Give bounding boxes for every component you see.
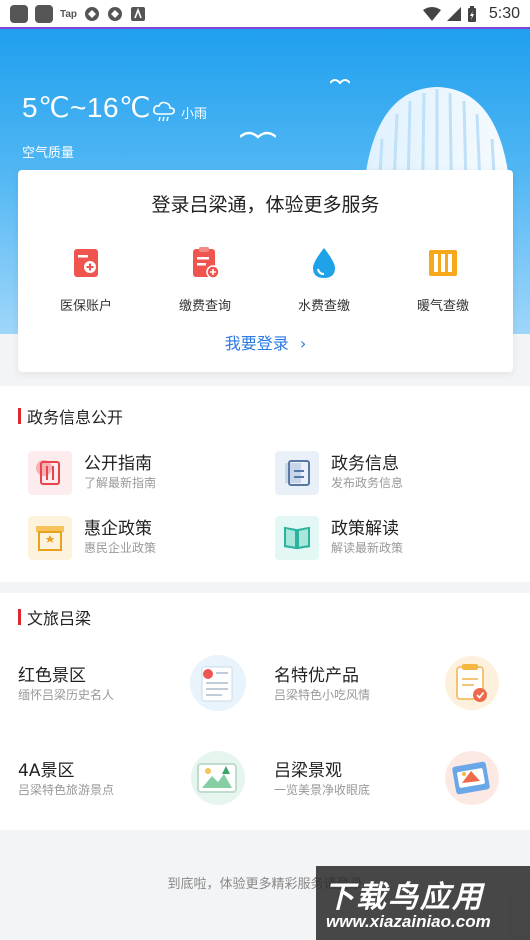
gov-item-subtitle: 解读最新政策 — [331, 541, 404, 555]
app-icon — [131, 7, 146, 21]
gov-item-policy-interpretation[interactable]: 政策解读 解读最新政策 — [265, 514, 495, 564]
culture-item-lvliang-landscape[interactable]: 吕梁景观 一览美景净收眼底 — [274, 750, 524, 820]
culture-item-specialty-products[interactable]: 名特优产品 吕梁特色小吃风情 — [274, 655, 524, 725]
gov-item-public-guide[interactable]: 公开指南 了解最新指南 — [18, 449, 248, 499]
culture-item-subtitle: 吕梁特色小吃风情 — [274, 688, 371, 702]
signal-icon — [446, 7, 461, 21]
landmark-icon — [445, 751, 499, 805]
login-link-label: 我要登录 — [224, 334, 289, 353]
service-label: 缴费查询 — [178, 299, 231, 314]
gov-info-section: 政务信息公开 公开指南 了解最新指南 政务信息 发布政务信息 惠企政策 惠民企业… — [0, 386, 530, 582]
weather-description: 小雨 — [181, 107, 208, 122]
section-title-text: 文旅吕梁 — [27, 609, 92, 628]
red-scenic-icon — [190, 655, 246, 711]
section-title: 政务信息公开 — [18, 404, 123, 428]
chevron-right-icon: › — [299, 334, 307, 353]
service-label: 医保账户 — [59, 299, 112, 314]
gov-item-gov-info[interactable]: 政务信息 发布政务信息 — [265, 449, 495, 499]
tap-notification-label: Tap — [60, 8, 78, 20]
login-card: 登录吕梁通，体验更多服务 医保账户 缴费查询 水费查缴 暖气查缴 我要登录 › — [18, 170, 513, 372]
watermark: 下载鸟应用 www.xiazainiao.com — [316, 866, 530, 940]
gov-item-subtitle: 惠民企业政策 — [84, 541, 157, 555]
gov-item-subtitle: 发布政务信息 — [331, 476, 404, 490]
gov-item-title: 政务信息 — [331, 454, 399, 474]
radiator-icon — [429, 250, 457, 276]
landscape-card-icon — [191, 751, 245, 805]
section-accent-bar — [18, 609, 21, 625]
watermark-url: www.xiazainiao.com — [326, 912, 491, 931]
service-bill-query[interactable]: 缴费查询 — [150, 245, 260, 314]
gov-item-title: 公开指南 — [84, 454, 152, 474]
service-water-fee[interactable]: 水费查缴 — [269, 245, 379, 314]
clock: 5:30 — [488, 5, 520, 22]
gov-item-subtitle: 了解最新指南 — [84, 476, 157, 490]
open-book-icon — [275, 516, 319, 560]
culture-item-title: 吕梁景观 — [274, 761, 342, 781]
section-accent-bar — [18, 408, 21, 424]
bird-decoration — [330, 79, 350, 85]
culture-item-subtitle: 缅怀吕梁历史名人 — [18, 688, 115, 702]
login-card-title: 登录吕梁通，体验更多服务 — [151, 194, 380, 216]
culture-tourism-section: 文旅吕梁 红色景区 缅怀吕梁历史名人 名特优产品 吕梁特色小吃风情 4A景区 吕… — [0, 593, 530, 830]
culture-item-red-scenic[interactable]: 红色景区 缅怀吕梁历史名人 — [18, 655, 268, 725]
wifi-icon — [422, 7, 441, 21]
culture-item-title: 名特优产品 — [274, 666, 359, 686]
rain-cloud-icon — [153, 101, 175, 122]
notification-app-icon — [10, 5, 28, 23]
service-medical-insurance[interactable]: 医保账户 — [31, 245, 141, 314]
temperature-range: 5℃~16℃ — [22, 92, 151, 123]
gov-item-enterprise-policy[interactable]: 惠企政策 惠民企业政策 — [18, 514, 248, 564]
document-icon — [275, 451, 319, 495]
service-label: 暖气查缴 — [416, 299, 469, 314]
watermark-title: 下载鸟应用 — [324, 880, 484, 915]
gov-item-title: 惠企政策 — [84, 519, 152, 539]
bill-query-icon — [193, 247, 220, 279]
service-heating-fee[interactable]: 暖气查缴 — [388, 245, 498, 314]
service-label: 水费查缴 — [297, 299, 350, 314]
section-title: 文旅吕梁 — [18, 605, 91, 629]
culture-item-subtitle: 一览美景净收眼底 — [274, 783, 371, 797]
login-link[interactable]: 我要登录 › — [18, 330, 513, 354]
guide-book-icon — [28, 451, 72, 495]
water-drop-icon — [313, 248, 335, 278]
air-quality-label[interactable]: 空气质量 — [22, 142, 74, 161]
bird-decoration — [240, 131, 276, 139]
battery-icon — [467, 6, 476, 22]
culture-item-4a-scenic[interactable]: 4A景区 吕梁特色旅游景点 — [18, 750, 268, 820]
medical-insurance-icon — [74, 249, 98, 277]
notification-app-icon — [35, 5, 53, 23]
culture-item-title: 红色景区 — [18, 666, 86, 686]
gov-item-title: 政策解读 — [331, 519, 399, 539]
status-bar: Tap 5:30 — [0, 0, 530, 28]
specialty-product-icon — [445, 656, 499, 710]
culture-item-title: 4A景区 — [18, 761, 75, 781]
sync-icon — [85, 7, 100, 21]
policy-box-icon — [28, 516, 72, 560]
culture-item-subtitle: 吕梁特色旅游景点 — [18, 783, 115, 797]
section-title-text: 政务信息公开 — [27, 408, 124, 427]
sync-icon — [108, 7, 123, 21]
